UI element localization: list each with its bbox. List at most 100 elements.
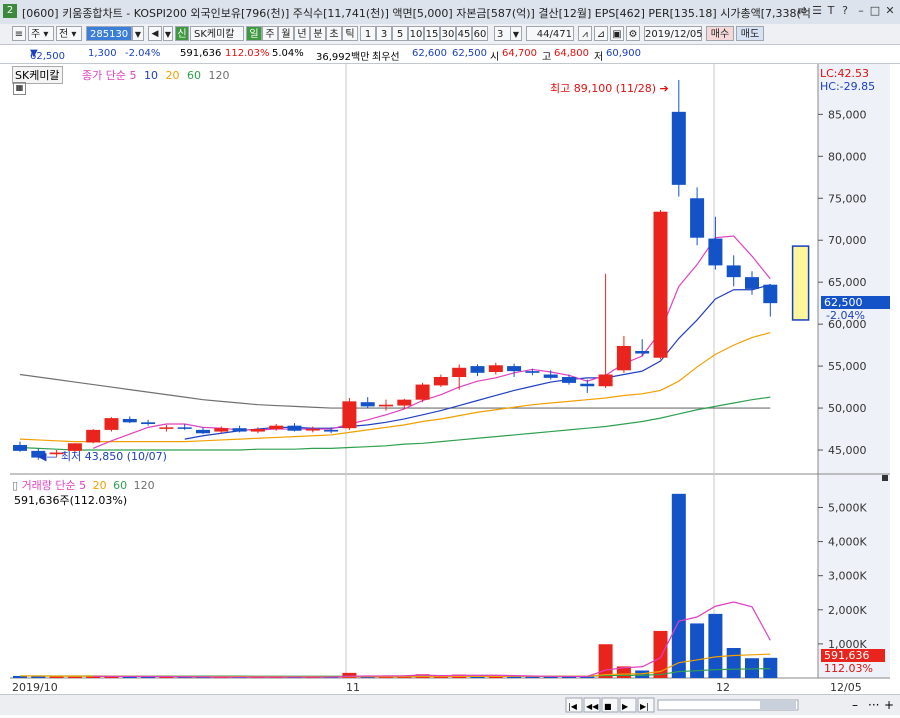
chart-area[interactable]: 45,000 50,000 55,000 60,000 65,000 70,000 75,0… — [10, 64, 890, 694]
candle-body-0 — [13, 444, 27, 451]
volume-bar-41 — [763, 657, 778, 678]
candle-body-39 — [726, 265, 741, 278]
candle-body-12 — [232, 428, 247, 432]
ma10-line — [184, 284, 771, 440]
sound-dropdown-icon[interactable]: ▼ — [163, 26, 173, 41]
settings-icon[interactable]: ⚙ — [626, 26, 640, 41]
count-dropdown-icon[interactable]: ▼ — [510, 26, 522, 41]
sell-button[interactable]: 매도 — [736, 26, 764, 41]
candle-body-35 — [653, 211, 668, 358]
chart-canvas[interactable]: 45,00050,00055,00060,00065,00070,00075,0… — [10, 64, 890, 694]
speaker-icon[interactable]: ◀ — [148, 26, 162, 41]
open-label: 시 — [490, 52, 500, 63]
interval-15-button[interactable]: 15 — [424, 26, 440, 41]
link-icon[interactable]: ⇄ — [796, 4, 808, 18]
stock-type-select[interactable]: 주 ▾ — [28, 26, 54, 41]
current-price-value: 62,500 — [30, 51, 65, 62]
volume-current: 591,636주(112.03%) — [14, 494, 128, 507]
font-icon[interactable]: T — [825, 4, 837, 18]
current-price: 62,500 ▼ — [30, 48, 65, 62]
low-annotation: ◀— 최저 43,850 (10/07) — [38, 450, 167, 463]
window-number-badge: 2 — [3, 4, 17, 18]
candle-body-11 — [214, 428, 229, 432]
trade-amount: 36,992백만 — [316, 52, 370, 63]
list-icon[interactable]: ≡ — [12, 26, 26, 41]
candle-body-41 — [763, 284, 778, 304]
price-change: 1,300 — [88, 48, 117, 59]
candle-body-25 — [470, 366, 485, 373]
volume-bar-40 — [745, 658, 759, 678]
zoom-dots-icon[interactable]: ··· — [868, 698, 879, 712]
period-6-button[interactable]: 틱 — [342, 26, 358, 41]
buy-button[interactable]: 매수 — [706, 26, 734, 41]
interval-1-button[interactable]: 1 — [360, 26, 376, 41]
volume-tick-label-3: 4,000K — [828, 536, 867, 549]
save-icon[interactable]: ▣ — [610, 26, 624, 41]
interval-30-button[interactable]: 30 — [440, 26, 456, 41]
volume-bar-38 — [708, 613, 723, 678]
candle-body-9 — [177, 427, 192, 429]
candle-body-24 — [452, 367, 467, 378]
close-button[interactable]: ✕ — [884, 4, 896, 18]
interval-60-button[interactable]: 60 — [472, 26, 488, 41]
candle-body-21 — [397, 399, 412, 406]
period-1-button[interactable]: 주 — [262, 26, 278, 41]
stock-name-field[interactable]: SK케미칼 — [190, 26, 244, 41]
x-label-0: 2019/10 — [12, 681, 58, 694]
zoom-out-icon[interactable]: – — [852, 698, 858, 712]
candle-body-20 — [379, 404, 393, 407]
line-icon[interactable]: ⊿ — [594, 26, 608, 41]
volume-ma5-line — [93, 601, 771, 678]
period-5-button[interactable]: 초 — [326, 26, 342, 41]
interval-45-button[interactable]: 45 — [456, 26, 472, 41]
menu-icon[interactable]: ☰ — [811, 4, 823, 18]
scroll-next-icon[interactable]: ▶ — [622, 702, 629, 711]
candle-body-4 — [86, 429, 101, 443]
date-field[interactable]: 2019/12/05 — [644, 26, 703, 41]
code-dropdown-icon[interactable]: ▼ — [132, 26, 144, 41]
price-tick-label-7: 80,000 — [828, 150, 867, 163]
scroll-first-icon[interactable]: |◀ — [568, 702, 578, 711]
interval-5-button[interactable]: 5 — [392, 26, 408, 41]
scroll-thumb[interactable] — [760, 701, 796, 709]
turnover-rate: 5.04% — [272, 48, 304, 59]
stop-icon[interactable]: ■ — [604, 702, 612, 711]
volume-ratio: 112.03% — [225, 48, 270, 59]
record-counter: 44/471 — [526, 26, 574, 41]
candle-body-37 — [690, 198, 705, 238]
volume-bar-32 — [598, 644, 613, 678]
volume-value: 591,636 — [180, 48, 222, 59]
candle-body-26 — [488, 365, 503, 372]
high-annotation: 최고 89,100 (11/28) ➔ — [550, 82, 669, 95]
help-icon[interactable]: ? — [839, 4, 851, 18]
period-4-button[interactable]: 분 — [310, 26, 326, 41]
period-2-button[interactable]: 월 — [278, 26, 294, 41]
candle-body-36 — [671, 111, 686, 185]
period-0-button[interactable]: 일 — [246, 26, 262, 41]
volume-tag: 591,636 — [821, 649, 885, 662]
scroll-last-icon[interactable]: ▶| — [640, 702, 649, 711]
interval-3-button[interactable]: 3 — [376, 26, 392, 41]
bid-price: 62,500 — [452, 48, 487, 59]
best-quote-label: 최우선 — [372, 52, 400, 63]
low-annotation-text: 최저 43,850 (10/07) — [60, 450, 167, 463]
new-listing-badge: 신 — [175, 26, 189, 41]
grid-icon[interactable]: ▦ — [13, 82, 26, 95]
market-select[interactable]: 전 ▾ — [56, 26, 82, 41]
chart-type-icon[interactable]: ⩘ — [578, 26, 592, 41]
maximize-button[interactable]: □ — [869, 4, 881, 18]
scroll-controls[interactable]: |◀ ◀◀ ■ ▶ ▶| – ··· + — [0, 695, 900, 715]
interval-10-button[interactable]: 10 — [408, 26, 424, 41]
code-input[interactable]: 285130 — [86, 26, 132, 41]
volume-pct-tag: 112.03% — [824, 662, 873, 675]
zoom-in-icon[interactable]: + — [884, 698, 894, 712]
counter-value: 44 — [536, 29, 550, 40]
period-3-button[interactable]: 년 — [294, 26, 310, 41]
minimize-button[interactable]: – — [855, 4, 867, 18]
scroll-prev-icon[interactable]: ◀◀ — [586, 702, 599, 711]
price-tag: 62,500 — [821, 296, 890, 309]
candle-body-28 — [525, 371, 540, 373]
market-value: 전 — [59, 29, 69, 40]
counter-total: /471 — [549, 29, 572, 40]
price-tick-label-1: 50,000 — [828, 402, 867, 415]
